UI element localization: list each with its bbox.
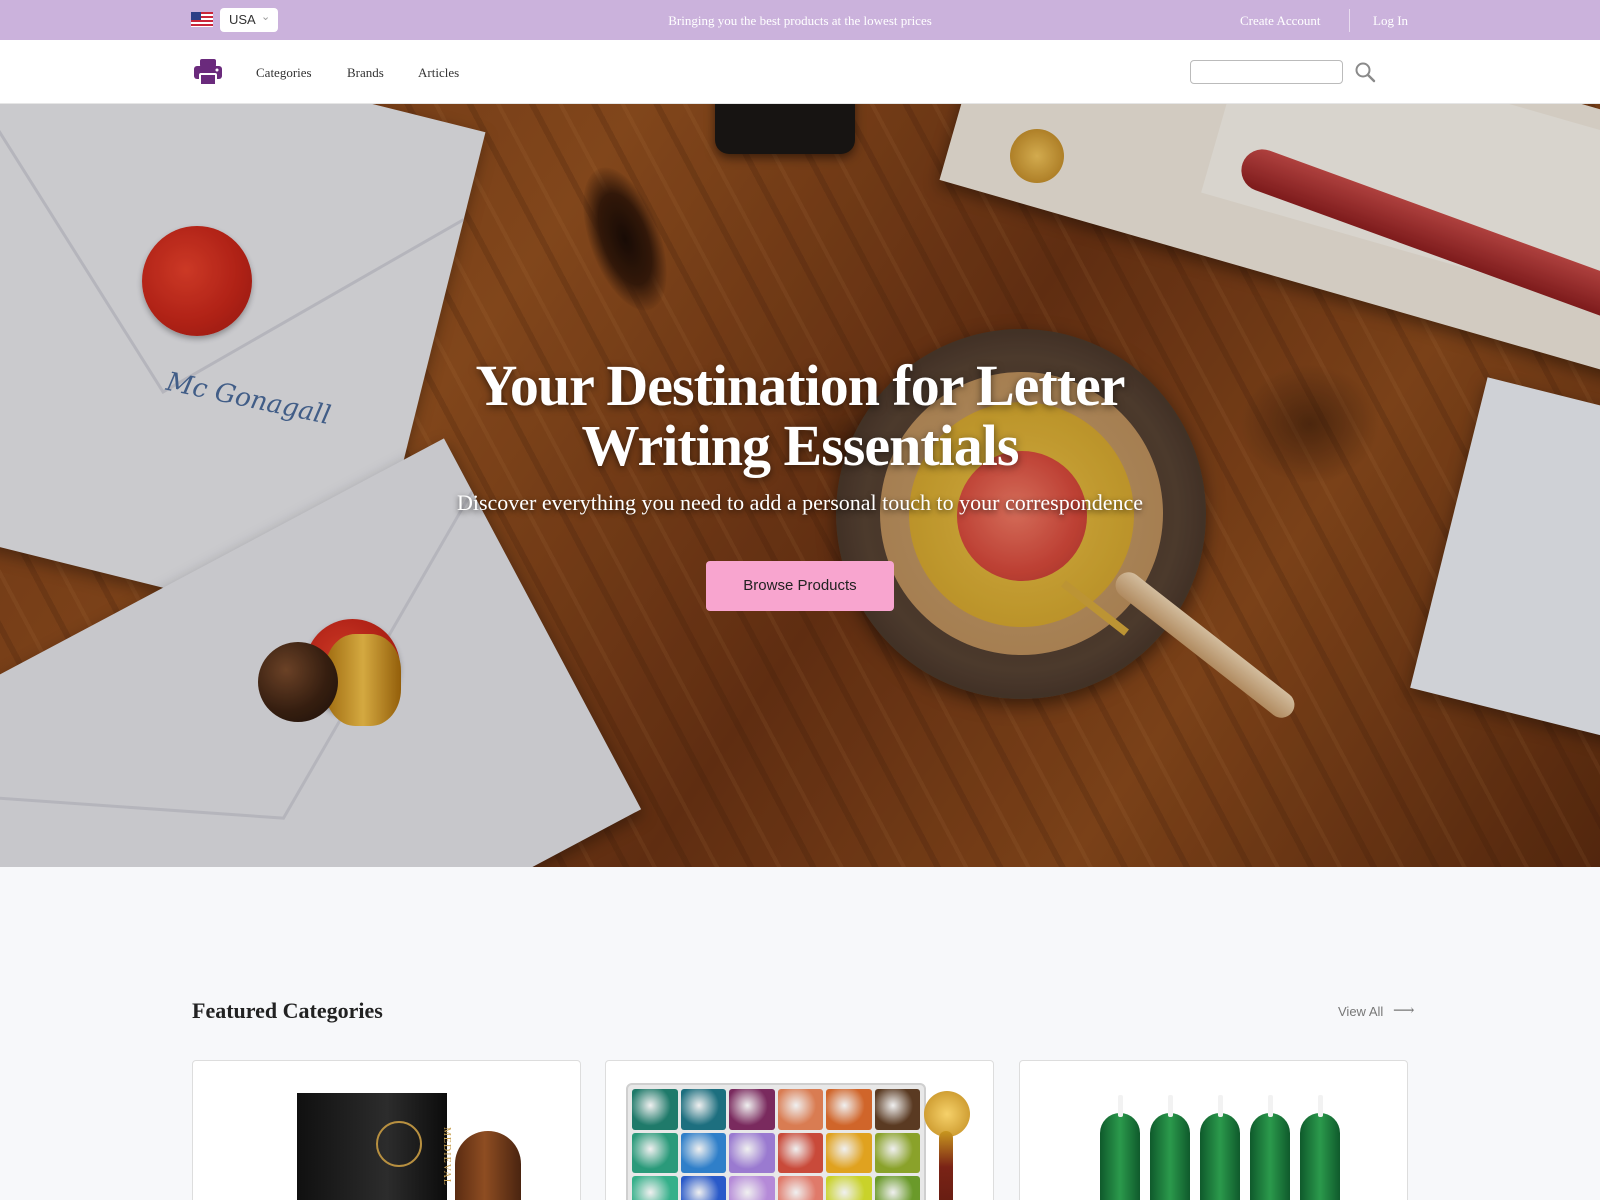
wax-bead-cell	[729, 1132, 775, 1174]
wax-bead-cell	[874, 1089, 920, 1130]
wax-bead-cell	[729, 1089, 775, 1130]
green-wax-stick	[1100, 1113, 1140, 1200]
dragon-logo-icon	[376, 1121, 422, 1167]
wax-stick-wick	[1168, 1095, 1173, 1117]
wax-stick-wick	[1218, 1095, 1223, 1117]
browse-products-button[interactable]: Browse Products	[706, 561, 894, 611]
wax-bead-cell	[874, 1132, 920, 1174]
category-card[interactable]	[605, 1060, 994, 1200]
wax-bead-cell	[826, 1132, 872, 1174]
wax-beads-case-image	[626, 1083, 926, 1200]
wax-bead-cell	[777, 1089, 823, 1130]
green-wax-stick	[1300, 1113, 1340, 1200]
hero-title-line: Your Destination for Letter	[475, 353, 1125, 418]
green-wax-sticks-image	[1090, 1081, 1340, 1200]
green-wax-stick	[1250, 1113, 1290, 1200]
wax-stick-wick	[1118, 1095, 1123, 1117]
wax-bead-cell	[632, 1132, 678, 1174]
wax-bead-cell	[777, 1176, 823, 1200]
box-brand-text: MEDIEVAL	[440, 1127, 452, 1186]
green-wax-stick	[1200, 1113, 1240, 1200]
search-input[interactable]	[1190, 60, 1343, 84]
wax-spoon-handle	[939, 1131, 953, 1200]
hero-banner: Mc Gonagall Your Destination for Letter …	[0, 104, 1600, 867]
stamp-kit-box-image	[297, 1093, 447, 1200]
hero-overlay	[0, 104, 1600, 867]
main-navbar: Categories Brands Articles	[0, 40, 1600, 104]
wax-bead-cell	[680, 1132, 726, 1174]
wax-bead-cell	[874, 1176, 920, 1200]
printer-icon[interactable]	[193, 58, 223, 86]
wax-bead-cell	[680, 1176, 726, 1200]
featured-categories-title: Featured Categories	[192, 998, 383, 1023]
wax-stick-wick	[1318, 1095, 1323, 1117]
wax-bead-cell	[826, 1176, 872, 1200]
wax-bead-cell	[632, 1176, 678, 1200]
wax-bead-cell	[632, 1089, 678, 1130]
hero-subtitle: Discover everything you need to add a pe…	[456, 490, 1144, 515]
wax-bead-cell	[729, 1176, 775, 1200]
wax-stick-wick	[1268, 1095, 1273, 1117]
wax-bead-cell	[826, 1089, 872, 1130]
topbar-divider	[1349, 9, 1350, 32]
log-in-link[interactable]: Log In	[1373, 13, 1408, 29]
category-card[interactable]	[1019, 1060, 1408, 1200]
arrow-right-icon[interactable]: ⟶	[1393, 1001, 1415, 1020]
search-icon[interactable]	[1353, 60, 1377, 84]
category-card[interactable]: MEDIEVAL	[192, 1060, 581, 1200]
view-all-link[interactable]: View All	[1338, 1004, 1383, 1019]
nav-articles[interactable]: Articles	[418, 65, 459, 81]
nav-brands[interactable]: Brands	[347, 65, 384, 81]
wax-bead-cell	[777, 1132, 823, 1174]
green-wax-stick	[1150, 1113, 1190, 1200]
promo-text: Bringing you the best products at the lo…	[668, 13, 932, 28]
hero-title: Your Destination for Letter Writing Esse…	[0, 356, 1600, 476]
wax-bead-cell	[680, 1089, 726, 1130]
create-account-link[interactable]: Create Account	[1240, 13, 1321, 29]
announcement-bar: USA ⌄ Bringing you the best products at …	[0, 0, 1600, 40]
hero-title-line: Writing Essentials	[581, 413, 1020, 478]
nav-categories[interactable]: Categories	[256, 65, 312, 81]
wooden-stamp-handle-image	[455, 1131, 521, 1200]
